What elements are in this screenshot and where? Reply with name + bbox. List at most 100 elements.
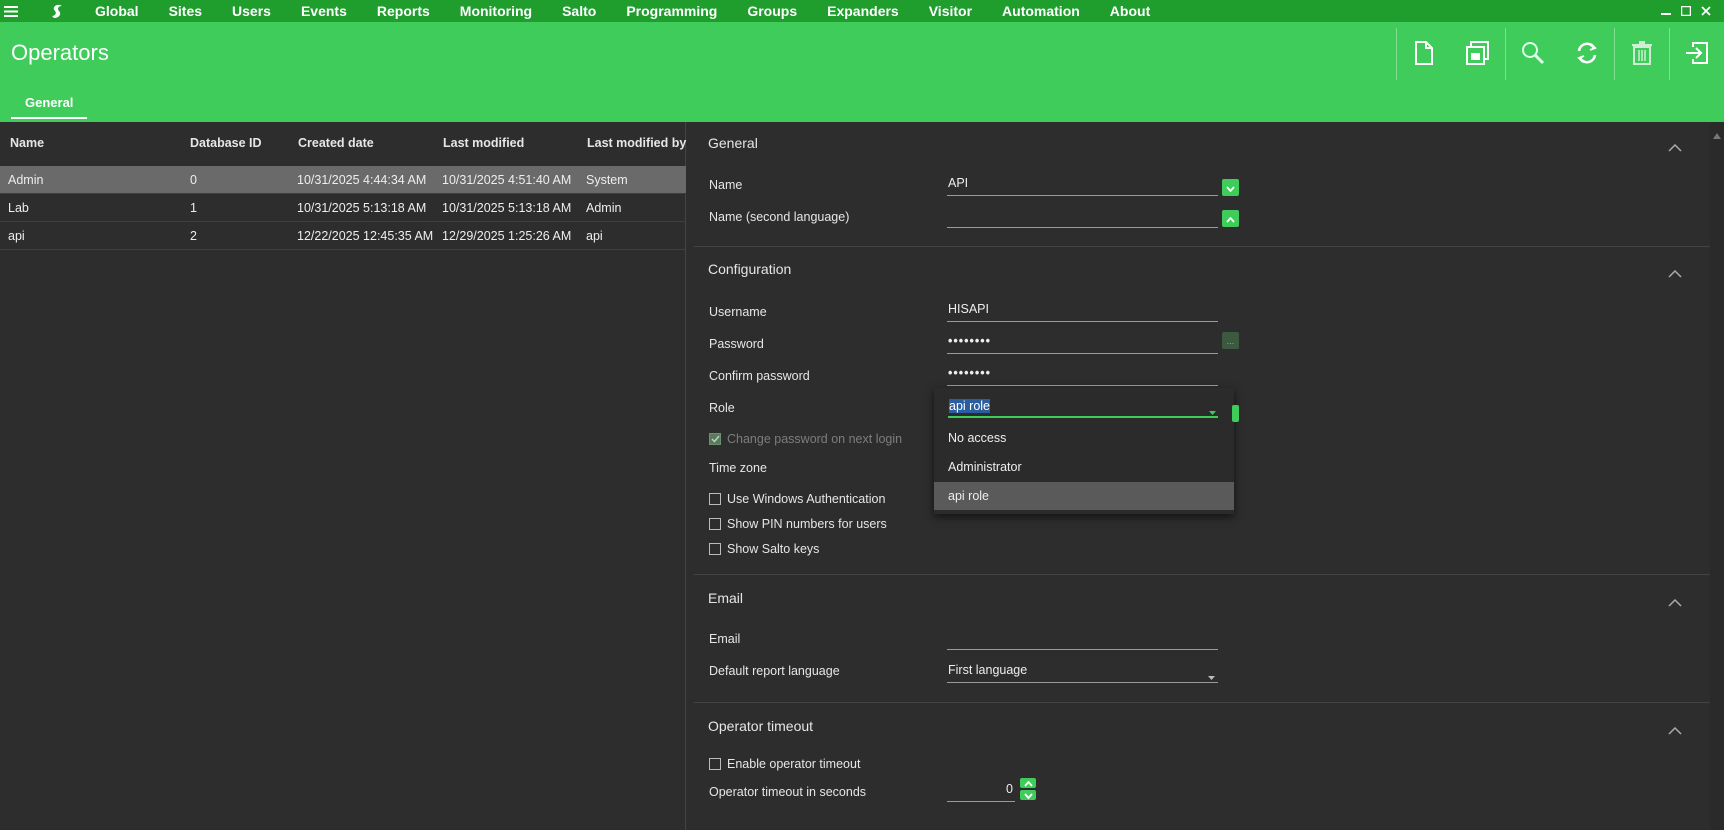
confirm-password-input[interactable]: •••••••• <box>947 364 1218 386</box>
cell-last-modified: 10/31/2025 4:51:40 AM <box>442 173 572 187</box>
role-dropdown: api role No access Administrator api rol… <box>934 388 1234 514</box>
password-label: Password <box>709 337 764 351</box>
app-logo-icon <box>46 0 68 22</box>
menu-events[interactable]: Events <box>286 0 362 22</box>
menu-visitor[interactable]: Visitor <box>914 0 987 22</box>
column-header-last-modified[interactable]: Last modified <box>443 136 524 150</box>
change-password-checkbox-row[interactable]: Change password on next login <box>709 432 902 446</box>
column-header-name[interactable]: Name <box>10 136 44 150</box>
new-button[interactable] <box>1397 22 1451 88</box>
collapse-configuration-chevron-up-icon[interactable] <box>1668 265 1682 278</box>
save-icon <box>1466 40 1490 70</box>
username-input[interactable]: HISAPI <box>947 300 1218 322</box>
operators-table: Name Database ID Created date Last modif… <box>0 122 686 830</box>
timeout-decrement-button[interactable] <box>1020 790 1036 800</box>
name2-label: Name (second language) <box>709 210 850 224</box>
cell-created-date: 10/31/2025 5:13:18 AM <box>297 201 427 215</box>
collapse-timeout-chevron-up-icon[interactable] <box>1668 722 1682 735</box>
role-side-button[interactable] <box>1232 405 1239 422</box>
section-title-operator-timeout: Operator timeout <box>708 718 814 734</box>
scroll-up-arrow-icon[interactable] <box>1713 126 1721 144</box>
show-salto-keys-checkbox-row[interactable]: Show Salto keys <box>709 542 819 556</box>
cell-last-modified: 12/29/2025 1:25:26 AM <box>442 229 572 243</box>
name-expand-button[interactable] <box>1222 179 1239 196</box>
role-option-no-access[interactable]: No access <box>934 424 1234 452</box>
password-input[interactable]: •••••••• <box>947 332 1218 354</box>
section-title-email: Email <box>708 590 744 606</box>
search-icon <box>1521 41 1545 70</box>
page-title: Operators <box>11 40 109 65</box>
show-pin-checkbox-row[interactable]: Show PIN numbers for users <box>709 517 887 531</box>
time-zone-label: Time zone <box>709 461 767 475</box>
refresh-button[interactable] <box>1560 22 1614 88</box>
menu-global[interactable]: Global <box>80 0 154 22</box>
column-header-database-id[interactable]: Database ID <box>190 136 262 150</box>
save-button[interactable] <box>1451 22 1505 88</box>
menu-users[interactable]: Users <box>217 0 286 22</box>
details-scrollbar[interactable] <box>1710 122 1724 830</box>
section-title-configuration: Configuration <box>708 261 792 277</box>
cell-last-modified-by: api <box>586 229 603 243</box>
section-divider <box>694 702 1710 703</box>
menu-items: Global Sites Users Events Reports Monito… <box>80 0 1165 22</box>
show-salto-keys-label: Show Salto keys <box>727 542 820 556</box>
menu-about[interactable]: About <box>1095 0 1165 22</box>
cell-name: Lab <box>8 201 29 215</box>
close-icon[interactable] <box>1696 0 1716 22</box>
cell-last-modified: 10/31/2025 5:13:18 AM <box>442 201 572 215</box>
show-pin-label: Show PIN numbers for users <box>727 517 887 531</box>
menu-sites[interactable]: Sites <box>154 0 217 22</box>
cell-database-id: 0 <box>190 173 197 187</box>
role-option-api-role[interactable]: api role <box>934 482 1234 510</box>
hamburger-menu-icon[interactable] <box>0 0 22 22</box>
menu-reports[interactable]: Reports <box>362 0 445 22</box>
menu-automation[interactable]: Automation <box>987 0 1095 22</box>
role-option-administrator[interactable]: Administrator <box>934 453 1234 481</box>
delete-button[interactable] <box>1615 22 1669 88</box>
menu-monitoring[interactable]: Monitoring <box>445 0 547 22</box>
windows-auth-checkbox-row[interactable]: Use Windows Authentication <box>709 492 885 506</box>
table-row[interactable]: Admin 0 10/31/2025 4:44:34 AM 10/31/2025… <box>0 166 686 194</box>
name2-collapse-button[interactable] <box>1222 210 1239 227</box>
chevron-down-icon <box>1226 179 1235 197</box>
windows-auth-checkbox[interactable] <box>709 493 721 505</box>
table-row[interactable]: Lab 1 10/31/2025 5:13:18 AM 10/31/2025 5… <box>0 194 686 222</box>
enable-timeout-checkbox[interactable] <box>709 758 721 770</box>
cell-database-id: 1 <box>190 201 197 215</box>
report-language-select[interactable]: First language <box>947 661 1218 683</box>
cell-created-date: 12/22/2025 12:45:35 AM <box>297 229 434 243</box>
caret-down-icon <box>1209 404 1216 418</box>
password-options-button[interactable]: ... <box>1222 332 1239 349</box>
cell-database-id: 2 <box>190 229 197 243</box>
minimize-icon[interactable] <box>1656 0 1676 22</box>
collapse-email-chevron-up-icon[interactable] <box>1668 594 1682 607</box>
section-divider <box>694 574 1710 575</box>
search-button[interactable] <box>1506 22 1560 88</box>
table-row[interactable]: api 2 12/22/2025 12:45:35 AM 12/29/2025 … <box>0 222 686 250</box>
name-input[interactable]: API <box>947 174 1218 196</box>
timeout-seconds-input[interactable]: 0 <box>947 780 1015 802</box>
name2-input[interactable] <box>947 206 1218 228</box>
cell-name: Admin <box>8 173 44 187</box>
tab-general[interactable]: General <box>11 92 88 119</box>
role-label: Role <box>709 401 735 415</box>
menu-groups[interactable]: Groups <box>732 0 812 22</box>
maximize-icon[interactable] <box>1676 0 1696 22</box>
collapse-general-chevron-up-icon[interactable] <box>1668 139 1682 152</box>
exit-button[interactable] <box>1670 22 1724 88</box>
show-salto-keys-checkbox[interactable] <box>709 543 721 555</box>
menu-programming[interactable]: Programming <box>611 0 732 22</box>
email-input[interactable] <box>947 628 1218 650</box>
change-password-label: Change password on next login <box>727 432 903 446</box>
toolbar <box>1396 22 1724 88</box>
show-pin-checkbox[interactable] <box>709 518 721 530</box>
role-select-input[interactable]: api role <box>948 396 1218 418</box>
menu-expanders[interactable]: Expanders <box>812 0 914 22</box>
column-header-last-modified-by[interactable]: Last modified by <box>587 136 686 150</box>
column-header-created-date[interactable]: Created date <box>298 136 374 150</box>
menu-bar: Global Sites Users Events Reports Monito… <box>0 0 1724 22</box>
menu-salto[interactable]: Salto <box>547 0 611 22</box>
cell-last-modified-by: System <box>586 173 628 187</box>
enable-timeout-checkbox-row[interactable]: Enable operator timeout <box>709 757 860 771</box>
change-password-checkbox[interactable] <box>709 433 721 445</box>
